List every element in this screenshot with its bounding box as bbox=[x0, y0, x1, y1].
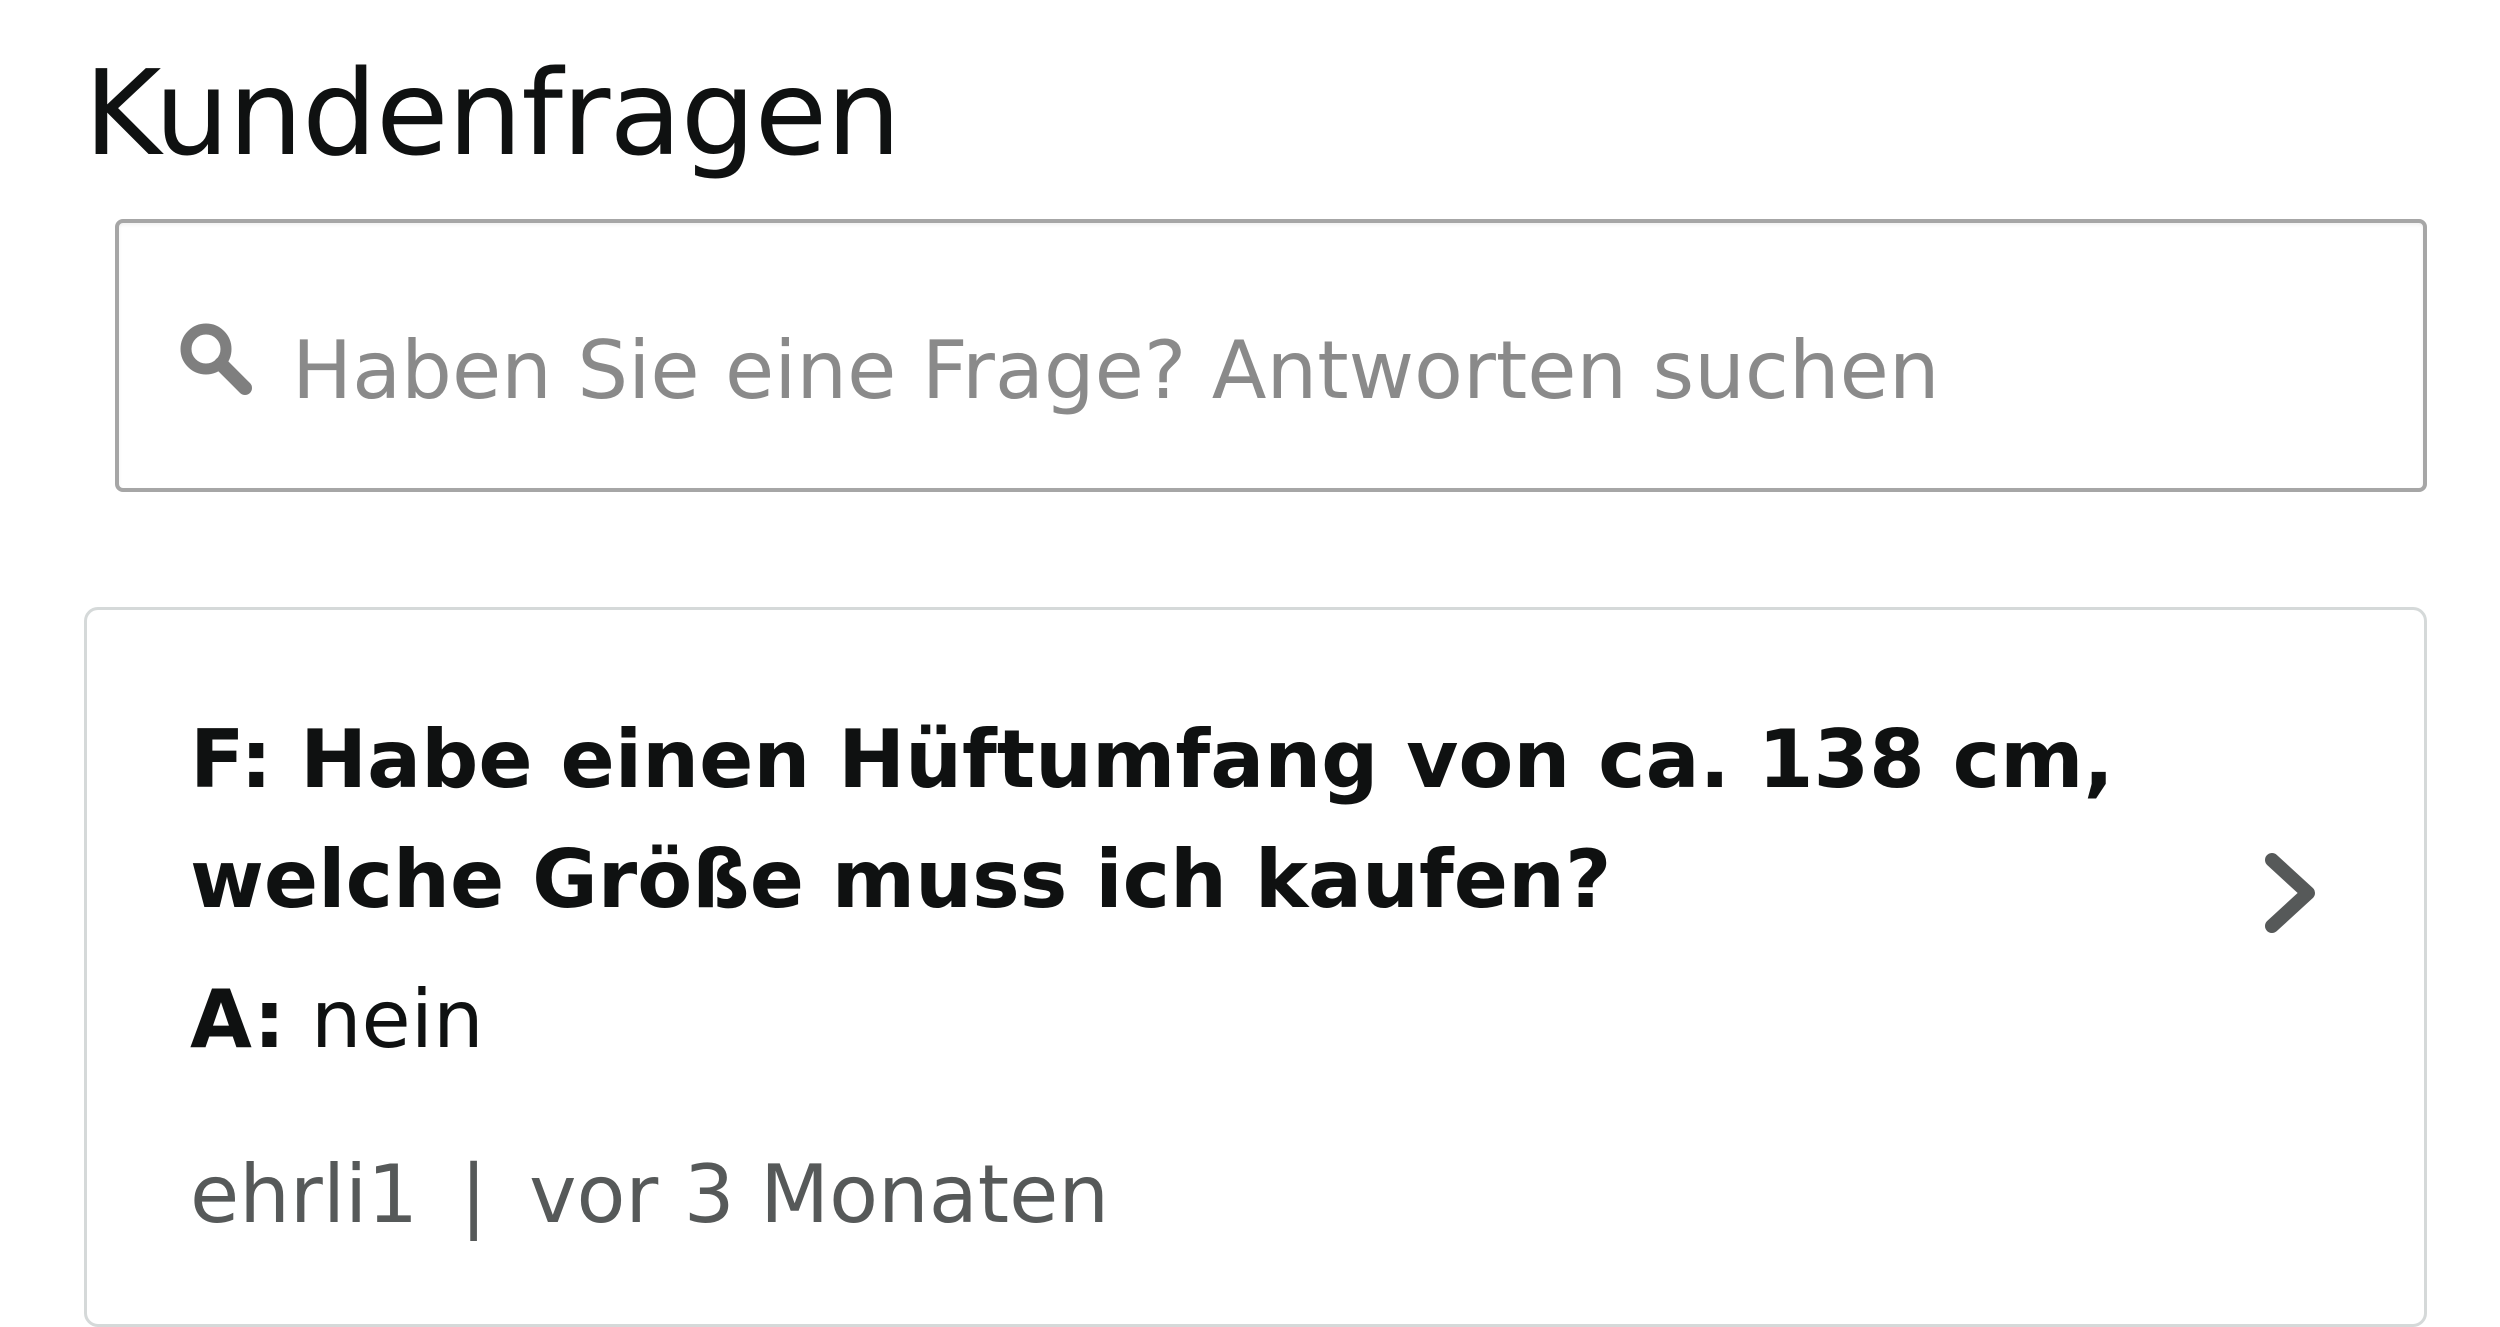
question-text: Habe einen Hüftumfang von ca. 138 cm, we… bbox=[190, 713, 2114, 926]
answer: A: nein bbox=[190, 965, 484, 1075]
chevron-right-icon[interactable] bbox=[2258, 848, 2324, 938]
answer-text: nein bbox=[310, 973, 484, 1066]
question[interactable]: F: Habe einen Hüftumfang von ca. 138 cm,… bbox=[190, 700, 2190, 940]
page-title: Kundenfragen bbox=[84, 44, 901, 182]
answer-time: vor 3 Monaten bbox=[529, 1148, 1110, 1241]
answer-meta: ehrli1 | vor 3 Monaten bbox=[190, 1140, 1109, 1250]
question-prefix: F: bbox=[190, 713, 273, 806]
meta-separator: | bbox=[460, 1148, 488, 1241]
answer-prefix: A: bbox=[190, 973, 286, 1066]
search-input[interactable] bbox=[292, 295, 2372, 445]
answer-author: ehrli1 bbox=[190, 1148, 419, 1241]
search-icon bbox=[180, 323, 252, 395]
